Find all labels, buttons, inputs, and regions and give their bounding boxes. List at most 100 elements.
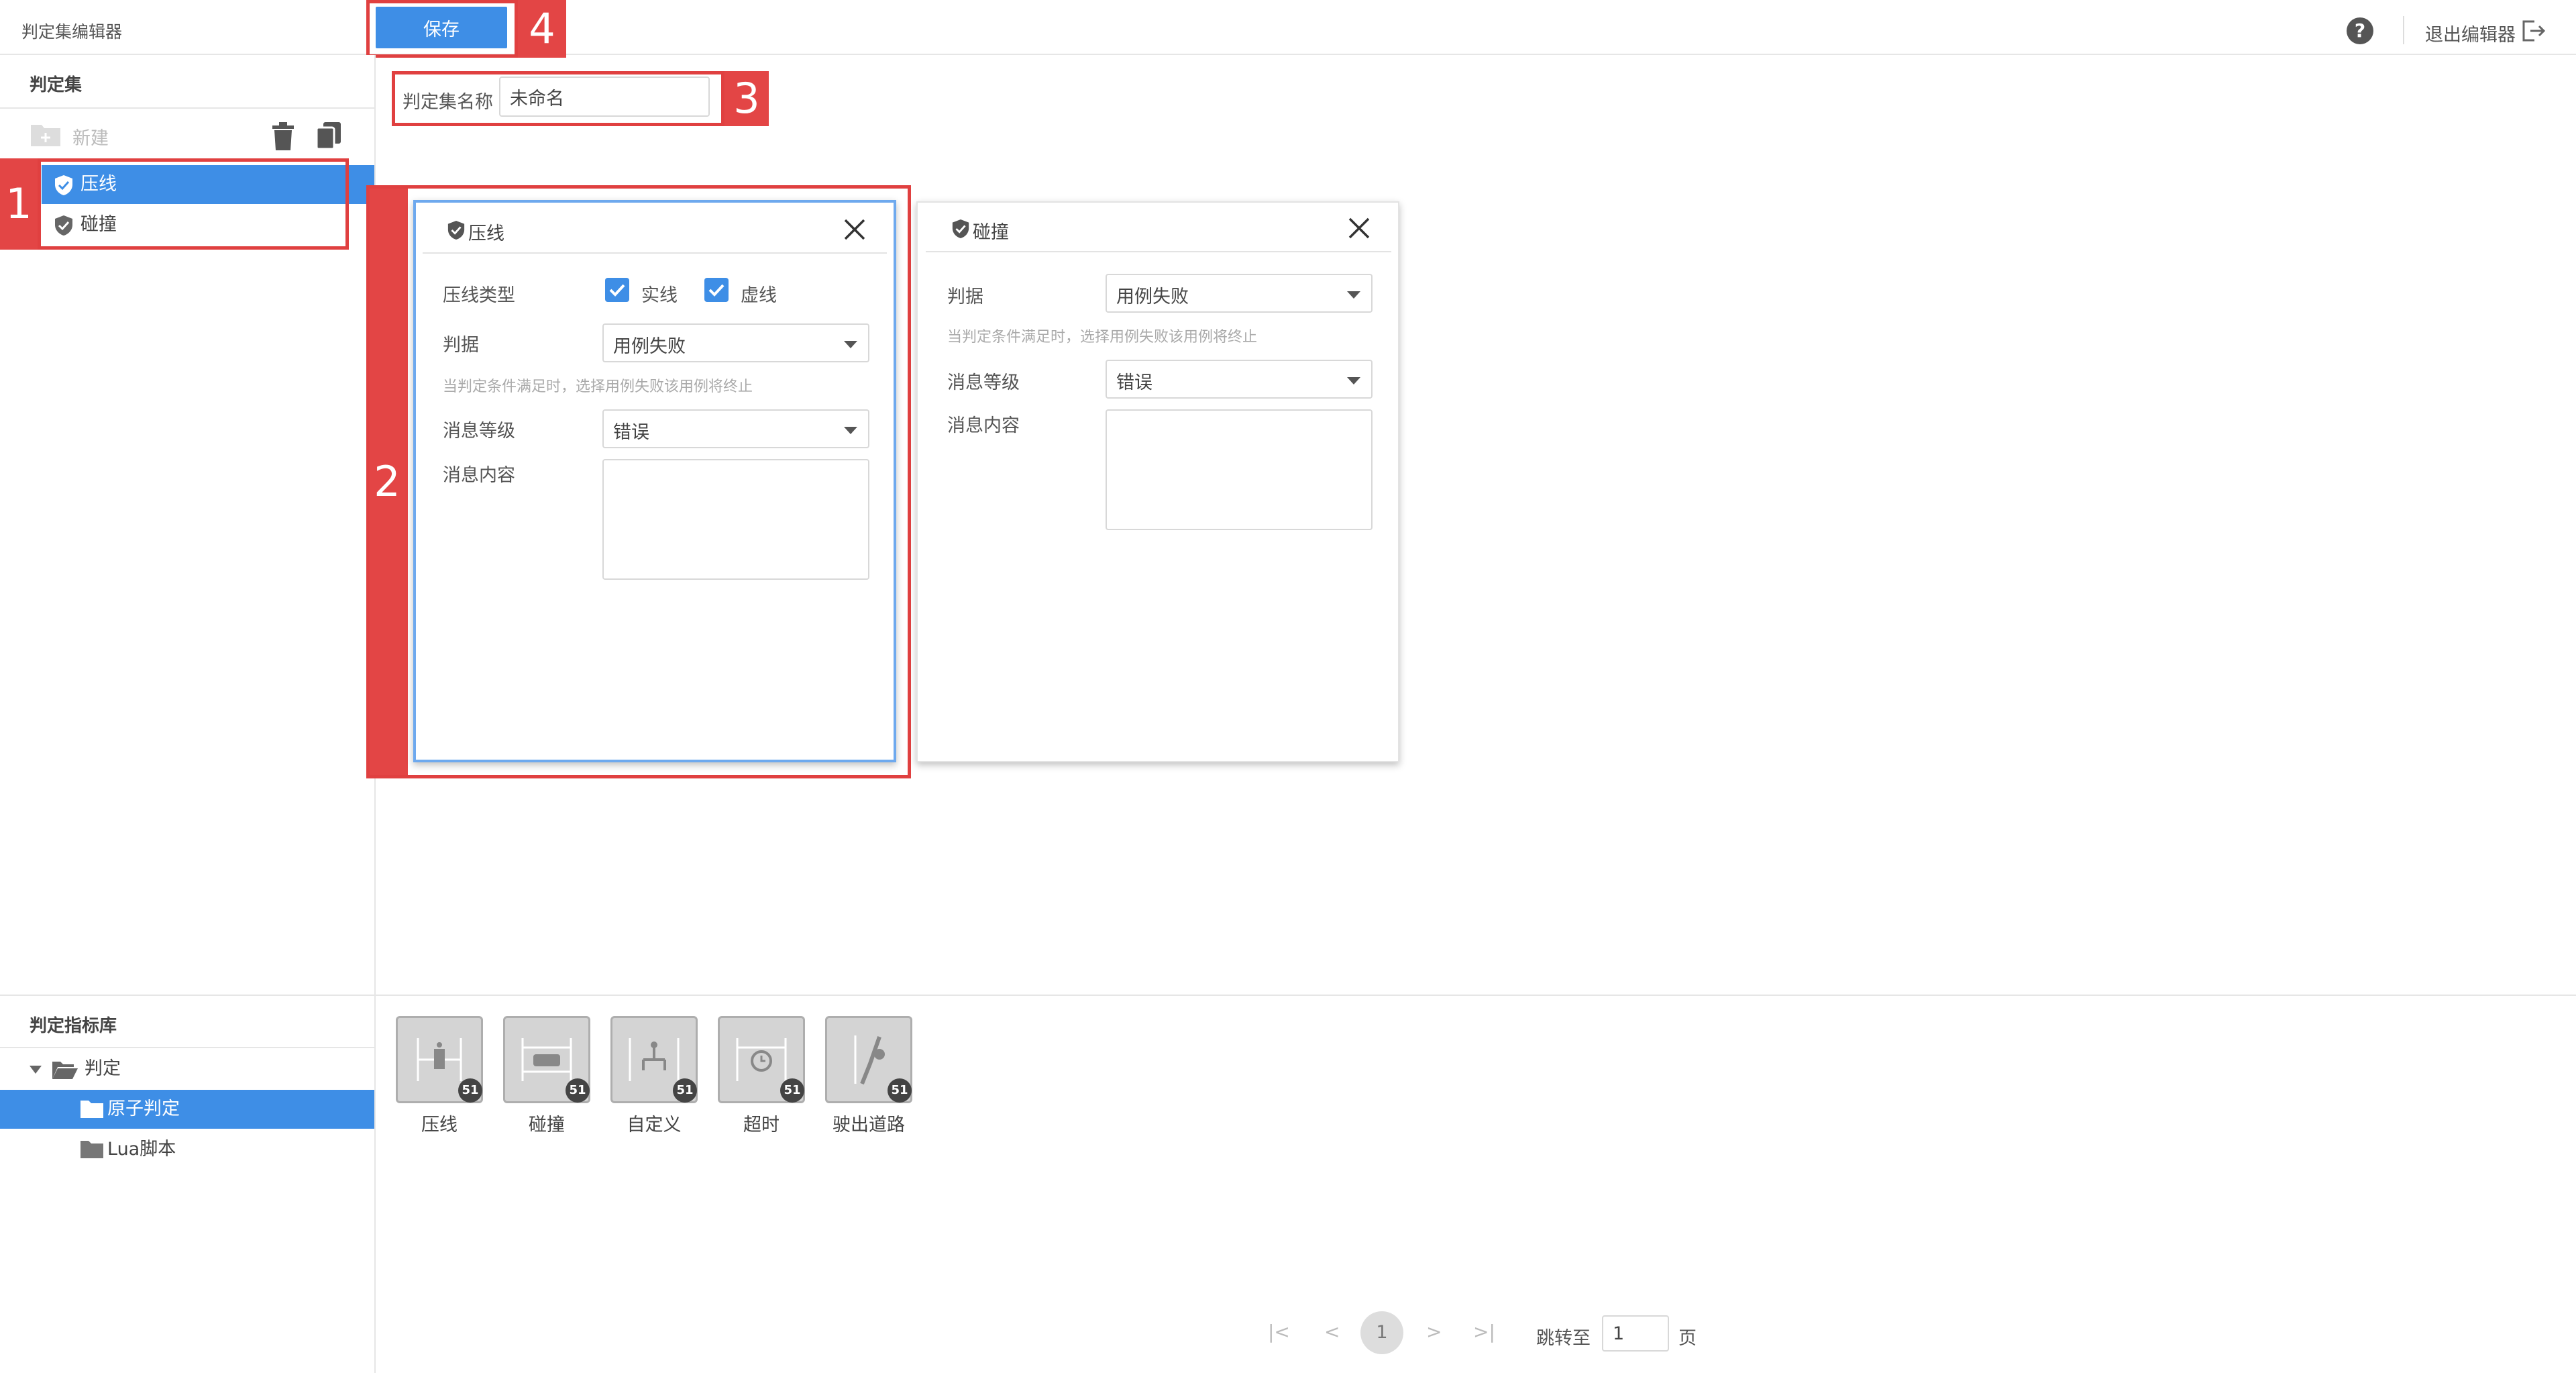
- content-textarea[interactable]: [1106, 409, 1373, 530]
- new-button[interactable]: 新建: [30, 119, 130, 153]
- divider: [0, 1047, 374, 1048]
- tile-label: 超时: [743, 1115, 780, 1135]
- tile-label: 自定义: [627, 1115, 682, 1135]
- close-icon[interactable]: [1347, 216, 1371, 240]
- level-label: 消息等级: [947, 372, 1020, 393]
- tree-node-judge[interactable]: 判定: [0, 1050, 374, 1088]
- name-input[interactable]: [499, 77, 710, 117]
- jump-label: 跳转至: [1536, 1328, 1591, 1349]
- tree-node-atomic[interactable]: 原子判定: [0, 1090, 374, 1129]
- close-icon[interactable]: [843, 217, 867, 242]
- library-tile-offroad[interactable]: 51 驶出道路: [825, 1016, 939, 1137]
- content-textarea[interactable]: [602, 459, 869, 580]
- judge-select[interactable]: 用例失败: [602, 323, 869, 362]
- hint-text: 当判定条件满足时，选择用例失败该用例将终止: [947, 329, 1258, 346]
- library-title: 判定指标库: [30, 1016, 117, 1036]
- judge-select[interactable]: 用例失败: [1106, 274, 1373, 313]
- divider: [0, 107, 374, 109]
- exit-editor-label[interactable]: 退出编辑器: [2425, 20, 2516, 46]
- help-icon[interactable]: ?: [2347, 17, 2373, 44]
- tile-label: 驶出道路: [833, 1115, 905, 1135]
- custom-icon: [629, 1038, 680, 1081]
- marker-box-4: [366, 0, 518, 58]
- marker-4: 4: [518, 0, 566, 58]
- last-page-icon[interactable]: >|: [1473, 1321, 1495, 1343]
- tile-frame: 51: [718, 1016, 805, 1103]
- next-page-icon[interactable]: >: [1426, 1321, 1442, 1343]
- level-label: 消息等级: [443, 421, 515, 442]
- folder-icon: [80, 1141, 103, 1158]
- new-folder-icon: [31, 125, 60, 146]
- pagination: |< < 1 > >| 跳转至 页: [1268, 1311, 1711, 1358]
- tile-frame: 51: [610, 1016, 698, 1103]
- new-label: 新建: [72, 128, 109, 149]
- judge-card-yaxian[interactable]: 压线 压线类型 实线 虚线 判据 用例失败 当判定条件满足时，选择用例失败该用例…: [413, 200, 896, 762]
- exit-icon[interactable]: [2520, 17, 2546, 44]
- content-label: 消息内容: [947, 415, 1020, 436]
- hint-text: 当判定条件满足时，选择用例失败该用例将终止: [443, 378, 753, 395]
- judge-label: 判据: [947, 287, 983, 307]
- line-press-icon: [417, 1038, 462, 1081]
- sidebar: 判定集 新建 压线 碰撞 判定指标库 判定 原子判定 Lua脚本: [0, 55, 376, 1373]
- divider: [423, 252, 887, 254]
- marker-box-1: [38, 158, 349, 250]
- tile-badge: 51: [458, 1078, 482, 1103]
- collision-icon: [521, 1038, 572, 1081]
- checkbox-dashed-label: 虚线: [741, 285, 777, 306]
- judge-value: 用例失败: [613, 336, 686, 357]
- marker-3: 3: [724, 71, 769, 126]
- tree-node-lua[interactable]: Lua脚本: [0, 1130, 374, 1169]
- check-icon: [708, 284, 724, 297]
- tile-badge: 51: [673, 1078, 697, 1103]
- first-page-icon[interactable]: |<: [1268, 1321, 1290, 1343]
- caret-down-icon: [1347, 377, 1360, 385]
- trash-icon[interactable]: [271, 122, 295, 150]
- line-type-label: 压线类型: [443, 285, 515, 306]
- divider: [926, 251, 1391, 252]
- check-icon: [609, 284, 625, 297]
- divider: [376, 995, 2576, 996]
- section-title: 判定集: [30, 75, 83, 95]
- page-suffix: 页: [1678, 1328, 1697, 1349]
- caret-down-icon[interactable]: [30, 1066, 42, 1074]
- tree-node-label: 原子判定: [107, 1099, 180, 1119]
- judge-card-pengzhuang[interactable]: 碰撞 判据 用例失败 当判定条件满足时，选择用例失败该用例将终止 消息等级 错误…: [916, 201, 1399, 762]
- divider: [0, 995, 374, 996]
- tree-node-label: Lua脚本: [107, 1139, 176, 1160]
- tile-badge: 51: [780, 1078, 804, 1103]
- off-road-icon: [854, 1035, 885, 1085]
- copy-icon[interactable]: [315, 121, 342, 150]
- judge-value: 用例失败: [1116, 287, 1189, 307]
- caret-down-icon: [844, 341, 857, 348]
- shield-icon: [952, 219, 969, 238]
- level-value: 错误: [613, 422, 649, 443]
- checkbox-dashed[interactable]: [704, 278, 729, 302]
- tile-badge: 51: [888, 1078, 912, 1103]
- page-1[interactable]: 1: [1360, 1311, 1403, 1354]
- content-label: 消息内容: [443, 465, 515, 486]
- level-select[interactable]: 错误: [602, 409, 869, 448]
- tile-frame: 51: [396, 1016, 483, 1103]
- level-value: 错误: [1116, 372, 1152, 393]
- level-select[interactable]: 错误: [1106, 360, 1373, 399]
- caret-down-icon: [844, 427, 857, 434]
- tile-frame: 51: [825, 1016, 912, 1103]
- tile-label: 碰撞: [529, 1115, 565, 1135]
- prev-page-icon[interactable]: <: [1324, 1321, 1340, 1343]
- caret-down-icon: [1347, 291, 1360, 299]
- folder-icon: [80, 1101, 103, 1118]
- checkbox-solid-label: 实线: [641, 285, 678, 306]
- app-title: 判定集编辑器: [21, 22, 123, 42]
- checkbox-solid[interactable]: [605, 278, 629, 302]
- tree-node-label: 判定: [85, 1058, 121, 1079]
- name-label: 判定集名称: [402, 92, 493, 113]
- marker-1: 1: [0, 158, 38, 250]
- card-title: 压线: [468, 223, 504, 244]
- card-title: 碰撞: [973, 222, 1009, 243]
- tile-label: 压线: [421, 1115, 458, 1135]
- tile-frame: 51: [503, 1016, 590, 1103]
- judge-label: 判据: [443, 335, 479, 356]
- divider: [2403, 16, 2404, 44]
- jump-input[interactable]: [1602, 1315, 1669, 1352]
- tile-badge: 51: [566, 1078, 590, 1103]
